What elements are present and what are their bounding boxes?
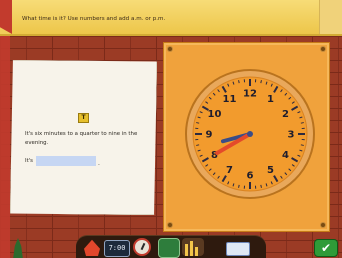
check-button[interactable]: ✔ (314, 239, 338, 257)
minute-tick (238, 80, 240, 84)
hour-number: 10 (208, 109, 222, 120)
screw-bottom-left (168, 223, 172, 227)
green-panel-button[interactable] (158, 238, 180, 258)
hour-number: 6 (247, 171, 254, 182)
gauge-button[interactable] (133, 238, 151, 256)
minute-tick (300, 144, 304, 146)
left-trim (0, 34, 10, 258)
screw-top-left (168, 47, 172, 51)
hour-number: 9 (206, 130, 213, 141)
screw-bottom-right (321, 223, 325, 227)
answer-input[interactable] (36, 156, 96, 166)
hour-number: 1 (267, 94, 274, 105)
hour-number: 2 (282, 109, 289, 120)
instruction-text: What time is it? Use numbers and add a.m… (22, 16, 166, 22)
question-text: It's six minutes to a quarter to nine in… (25, 131, 138, 146)
text-tool-icon[interactable]: T (78, 113, 89, 123)
hour-number: 7 (226, 165, 233, 176)
banner-left-tab (0, 0, 12, 34)
bar-2 (190, 241, 193, 256)
minute-tick (196, 122, 200, 124)
eraser-button[interactable] (226, 242, 250, 256)
hour-number: 11 (223, 94, 237, 105)
app-root: What time is it? Use numbers and add a.m… (0, 0, 342, 258)
hour-number: 12 (243, 89, 257, 100)
bar-1 (185, 244, 188, 256)
screw-top-right (321, 47, 325, 51)
digital-clock-button[interactable]: 7:00 (104, 240, 130, 257)
minute-tick (238, 184, 240, 188)
banner-right-cap (319, 0, 342, 34)
minute-tick (260, 184, 262, 188)
answer-period: . (98, 160, 100, 167)
hour-number: 3 (288, 130, 295, 141)
minute-tick (260, 80, 262, 84)
hour-number: 4 (282, 150, 289, 161)
minute-tick (196, 144, 200, 146)
clock-center-pin (247, 131, 253, 137)
minute-tick (300, 122, 304, 124)
bar-3 (195, 247, 198, 256)
analog-clock[interactable]: 12 1234567891011 (184, 68, 316, 200)
hour-number: 5 (267, 165, 274, 176)
answer-label: It's (25, 158, 33, 164)
bar-chart-button[interactable] (182, 238, 204, 256)
